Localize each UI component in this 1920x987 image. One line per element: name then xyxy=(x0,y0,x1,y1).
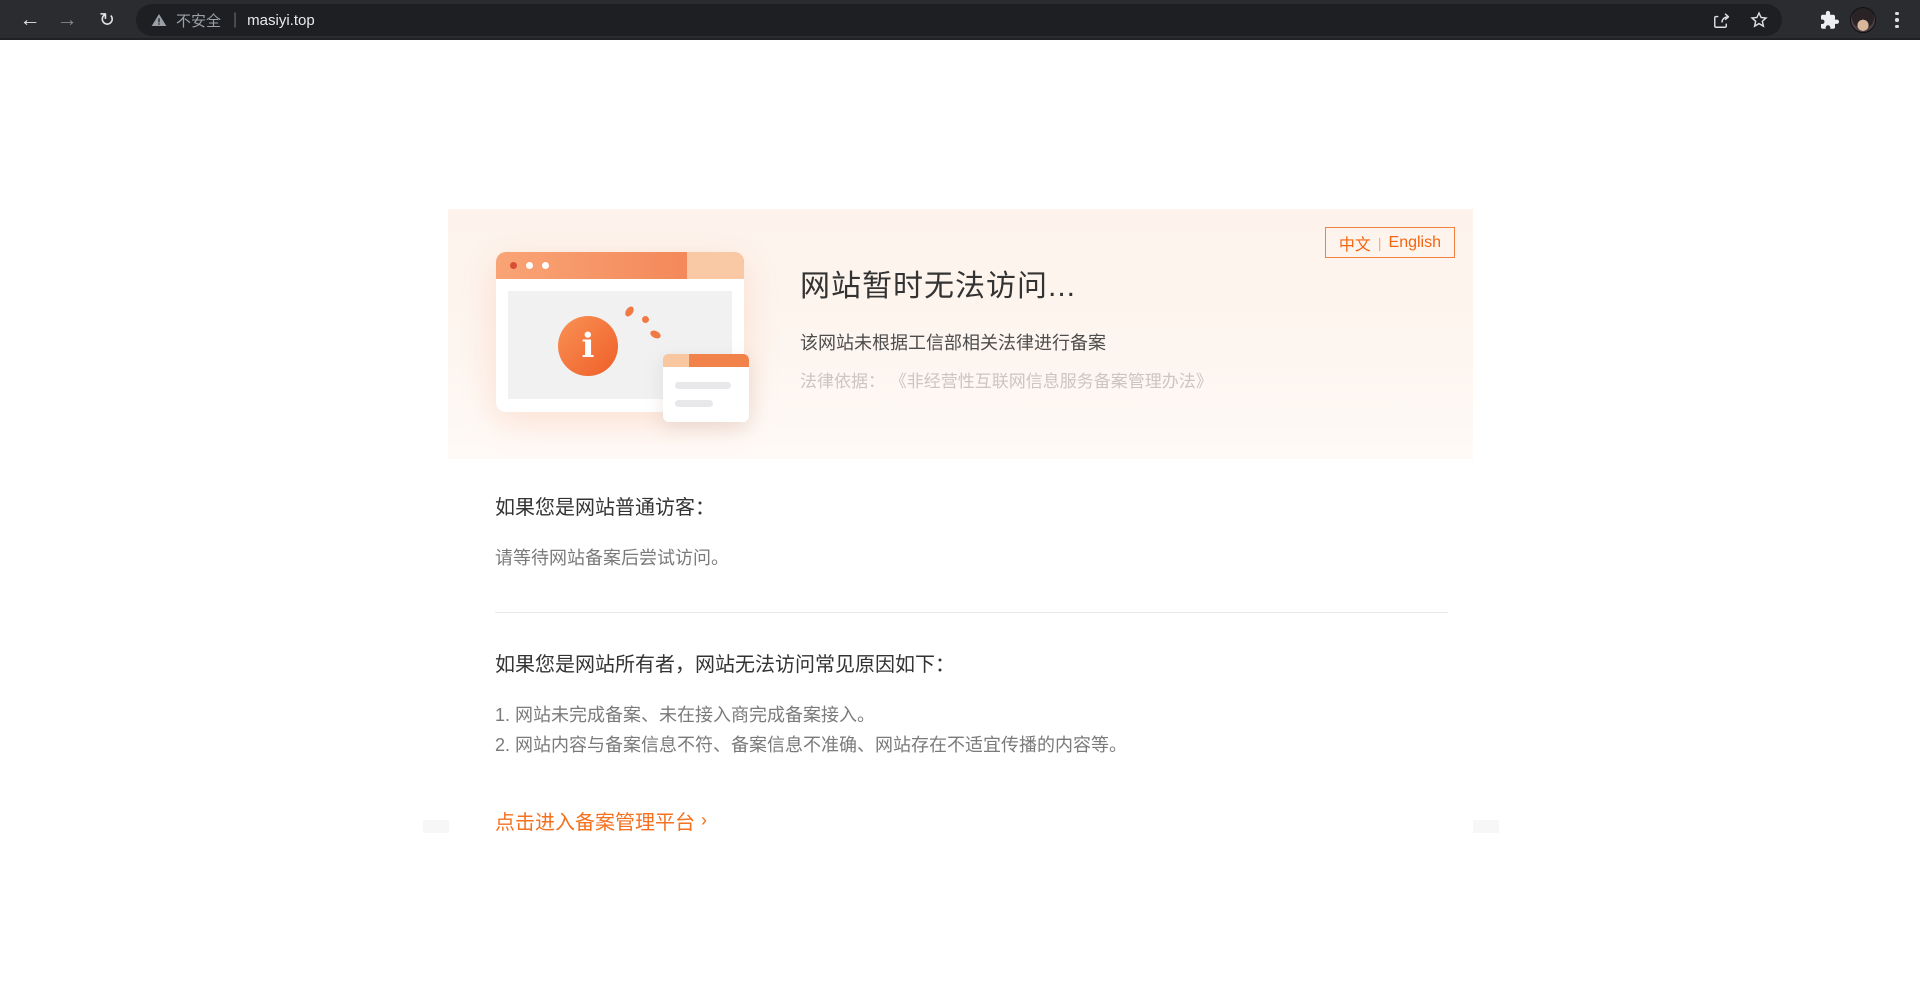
window-dots-icon xyxy=(510,262,549,269)
icp-portal-link[interactable]: 点击进入备案管理平台 › xyxy=(495,806,707,835)
forward-button[interactable]: → xyxy=(49,0,85,40)
browser-window-illustration: i xyxy=(496,252,756,422)
url-text: masiyi.top xyxy=(247,12,315,29)
security-chip[interactable]: 不安全 xyxy=(136,10,221,31)
page-body: 中文 | English i xyxy=(0,40,1920,987)
content-container: 中文 | English i xyxy=(448,209,1473,835)
spark-icon xyxy=(642,316,649,323)
spark-icon xyxy=(649,329,662,340)
visitor-section-body: 请等待网站备案后尝试访问。 xyxy=(495,544,1448,570)
menu-button[interactable] xyxy=(1882,5,1912,35)
section-divider xyxy=(495,612,1448,613)
reload-button[interactable]: ↻ xyxy=(89,0,125,40)
profile-avatar[interactable] xyxy=(1850,7,1876,33)
extensions-button[interactable] xyxy=(1814,5,1844,35)
address-bar[interactable]: 不安全 | masiyi.top xyxy=(136,4,1782,36)
back-button[interactable]: ← xyxy=(12,0,48,40)
decorative-edge-block xyxy=(423,820,449,833)
language-en[interactable]: English xyxy=(1389,234,1441,252)
url-separator: | xyxy=(233,11,237,29)
kebab-menu-icon xyxy=(1882,12,1912,29)
language-zh[interactable]: 中文 xyxy=(1339,231,1371,255)
security-label: 不安全 xyxy=(176,10,221,31)
puzzle-icon xyxy=(1819,10,1840,31)
page-title: 网站暂时无法访问... xyxy=(800,267,1213,307)
owner-reason-list: 1. 网站未完成备案、未在接入商完成备案接入。 2. 网站内容与备案信息不符、备… xyxy=(495,700,1448,760)
page-subtitle: 该网站未根据工信部相关法律进行备案 xyxy=(800,329,1213,355)
bookmark-button[interactable] xyxy=(1744,5,1774,35)
language-separator: | xyxy=(1378,235,1382,251)
owner-section-heading: 如果您是网站所有者，网站无法访问常见原因如下： xyxy=(495,648,1448,677)
legal-basis-text: 法律依据： 《非经营性互联网信息服务备案管理办法》 xyxy=(800,367,1213,392)
warning-icon xyxy=(150,12,168,28)
list-item: 2. 网站内容与备案信息不符、备案信息不准确、网站存在不适宜传播的内容等。 xyxy=(495,730,1448,760)
icp-portal-link-label[interactable]: 点击进入备案管理平台 xyxy=(495,806,695,835)
chevron-right-icon: › xyxy=(701,810,707,831)
list-item: 1. 网站未完成备案、未在接入商完成备案接入。 xyxy=(495,700,1448,730)
spark-icon xyxy=(623,305,635,318)
share-icon xyxy=(1712,11,1731,30)
notice-banner: 中文 | English i xyxy=(448,209,1473,459)
info-icon: i xyxy=(558,316,618,376)
visitor-section-heading: 如果您是网站普通访客： xyxy=(495,491,1448,520)
decorative-edge-block xyxy=(1473,820,1499,833)
illustration-mini-card xyxy=(663,354,749,422)
language-toggle-button[interactable]: 中文 | English xyxy=(1325,227,1455,258)
share-button[interactable] xyxy=(1706,5,1736,35)
star-icon xyxy=(1749,10,1769,30)
browser-toolbar: ← → ↻ 不安全 | masiyi.top xyxy=(0,0,1920,40)
